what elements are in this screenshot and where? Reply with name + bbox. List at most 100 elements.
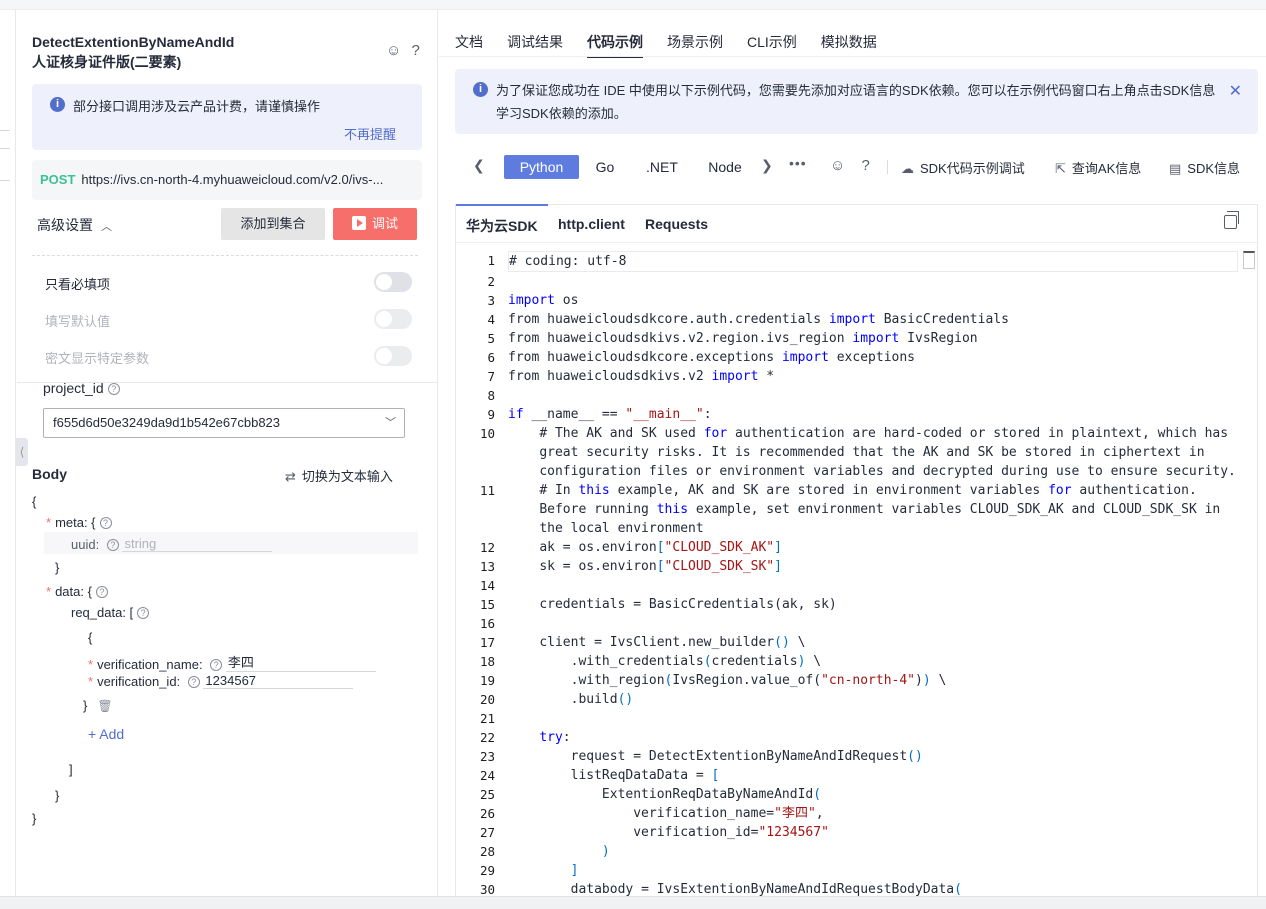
line-number: 3 (487, 293, 495, 308)
more-icon[interactable]: ••• (789, 155, 807, 171)
code-text: import os (508, 293, 579, 308)
feedback-help-icons[interactable]: ☺ ? (386, 42, 423, 59)
toggle-fill-defaults[interactable] (374, 309, 412, 329)
help-icon: ? (99, 517, 112, 529)
code-editor[interactable]: 1 # coding: utf-8 2 3 import os 4 from huawei… (456, 251, 1257, 899)
json-verification-id: * verification_id: ? 1234567 (88, 673, 354, 689)
code-line: 5 from huaweicloudsdkivs.v2.region.ivs_re… (456, 329, 1257, 348)
tab-docs[interactable]: 文档 (455, 32, 483, 52)
tab-code-sample[interactable]: 代码示例 (587, 32, 643, 58)
code-line: 8 (456, 386, 1257, 405)
code-text: listReqDataData = [ (508, 768, 720, 783)
line-number: 1 (487, 253, 495, 268)
subtab-http-client[interactable]: http.client (558, 216, 625, 232)
api-name: DetectExtentionByNameAndId (32, 34, 235, 50)
json-uuid-field: uuid: ? string (71, 536, 273, 552)
panel-tabs: 文档 调试结果 代码示例 场景示例 CLI示例 模拟数据 (455, 32, 901, 58)
add-to-collection-button[interactable]: 添加到集合 (221, 208, 325, 240)
line-number: 18 (479, 654, 495, 669)
code-line: 15 credentials = BasicCredentials(ak, sk… (456, 595, 1257, 614)
line-number: 27 (479, 825, 495, 840)
json-array-close: ] (69, 762, 73, 777)
lang-dotnet[interactable]: .NET (641, 155, 683, 179)
code-text: verification_id="1234567" (508, 825, 829, 840)
code-text: ) (601, 844, 610, 859)
uuid-input[interactable]: string (122, 536, 273, 552)
line-number: 17 (479, 635, 495, 650)
switch-to-text-input[interactable]: ⇄ 切换为文本输入 (285, 466, 393, 485)
tab-cli[interactable]: CLI示例 (747, 32, 797, 52)
project-id-label: project_id? (43, 380, 120, 396)
line-number: 29 (479, 863, 495, 878)
subtab-huaweicloud-sdk[interactable]: 华为云SDK (456, 204, 548, 236)
divider (32, 255, 418, 256)
line-number: 19 (479, 673, 495, 688)
line-number: 16 (479, 616, 495, 631)
scrollbar-thumb[interactable] (1243, 251, 1255, 269)
sdk-code-debug-button[interactable]: ☁ SDK代码示例调试 (901, 158, 1025, 177)
document-icon: ▤ (1169, 161, 1182, 176)
code-text: from huaweicloudsdkcore.auth.credentials… (508, 312, 1009, 327)
subtab-requests[interactable]: Requests (645, 216, 708, 232)
code-text: # In this example, AK and SK are stored … (508, 483, 1221, 536)
info-icon: i (473, 82, 488, 97)
line-number: 20 (479, 692, 495, 707)
tab-mock-data[interactable]: 模拟数据 (821, 32, 877, 52)
sdk-info-button[interactable]: ▤ SDK信息 (1169, 158, 1240, 177)
code-text: ExtentionReqDataByNameAndId( (508, 787, 822, 802)
project-id-select[interactable]: f655d6d50e3249da9d1b542e67cbb823 ﹀ (43, 408, 405, 438)
lang-node[interactable]: Node (707, 155, 743, 179)
code-line: 3 import os (456, 291, 1257, 310)
toggle-required-only-label: 只看必填项 (45, 277, 111, 292)
code-text: sk = os.environ["CLOUD_SDK_SK"] (508, 559, 782, 574)
swap-icon: ⇄ (285, 469, 296, 484)
line-number: 5 (487, 331, 495, 346)
api-title: DetectExtentionByNameAndId 人证核身证件版(二要素) (32, 32, 234, 72)
chevron-left-icon[interactable]: ❮ (473, 157, 485, 174)
copy-icon[interactable] (1224, 211, 1239, 229)
code-text: credentials = BasicCredentials(ak, sk) (508, 597, 837, 612)
toggle-required-only[interactable] (374, 272, 412, 292)
query-ak-button[interactable]: ⇱ 查询AK信息 (1055, 158, 1141, 177)
chevron-right-icon[interactable]: ❯ (761, 157, 773, 174)
line-number: 7 (487, 369, 495, 384)
code-line: 1 # coding: utf-8 (456, 251, 1257, 272)
code-line: 25 ExtentionReqDataByNameAndId( (456, 785, 1257, 804)
code-line: 24 listReqDataData = [ (456, 766, 1257, 785)
trash-icon[interactable]: 🗑 (97, 699, 112, 713)
feedback-help-icons[interactable]: ☺ ? (830, 157, 876, 174)
add-item-link[interactable]: + Add (88, 726, 124, 742)
line-number: 8 (487, 388, 495, 403)
json-meta-label: * meta: {? (46, 515, 112, 530)
help-icon: ? (187, 676, 200, 688)
endpoint-url: POST https://ivs.cn-north-4.myhuaweicloud… (32, 160, 422, 200)
dismiss-notice-link[interactable]: 不再提醒 (344, 124, 396, 143)
json-item-close: } 🗑 (83, 698, 113, 713)
debug-button[interactable]: 调试 (333, 208, 417, 240)
advanced-settings-toggle[interactable]: 高级设置 ︿ (37, 215, 112, 235)
tab-debug-result[interactable]: 调试结果 (507, 32, 563, 52)
json-data-label: * data: {? (46, 584, 108, 599)
close-icon[interactable]: ✕ (1229, 81, 1242, 101)
tab-scenario[interactable]: 场景示例 (667, 32, 723, 52)
code-text: verification_name="李四", (508, 806, 824, 821)
code-line: 4 from huaweicloudsdkcore.auth.credential… (456, 310, 1257, 329)
verification-id-input[interactable]: 1234567 (203, 673, 354, 689)
line-number: 4 (487, 312, 495, 327)
json-close-brace: } (32, 811, 37, 826)
lang-go[interactable]: Go (589, 155, 621, 179)
line-number: 23 (479, 749, 495, 764)
verification-name-input[interactable]: 李四 (225, 652, 376, 672)
line-number: 6 (487, 350, 495, 365)
json-verification-name: * verification_name: ? 李四 (88, 652, 376, 672)
endpoint-url-text: https://ivs.cn-north-4.myhuaweicloud.com… (81, 172, 384, 187)
lang-python[interactable]: Python (504, 155, 579, 179)
code-text: from huaweicloudsdkivs.v2.region.ivs_reg… (508, 331, 978, 346)
code-line: 13 sk = os.environ["CLOUD_SDK_SK"] (456, 557, 1257, 576)
toggle-cipher-display[interactable] (374, 346, 412, 366)
line-number: 28 (479, 844, 495, 859)
code-text: ] (570, 863, 579, 878)
divider (887, 160, 888, 174)
